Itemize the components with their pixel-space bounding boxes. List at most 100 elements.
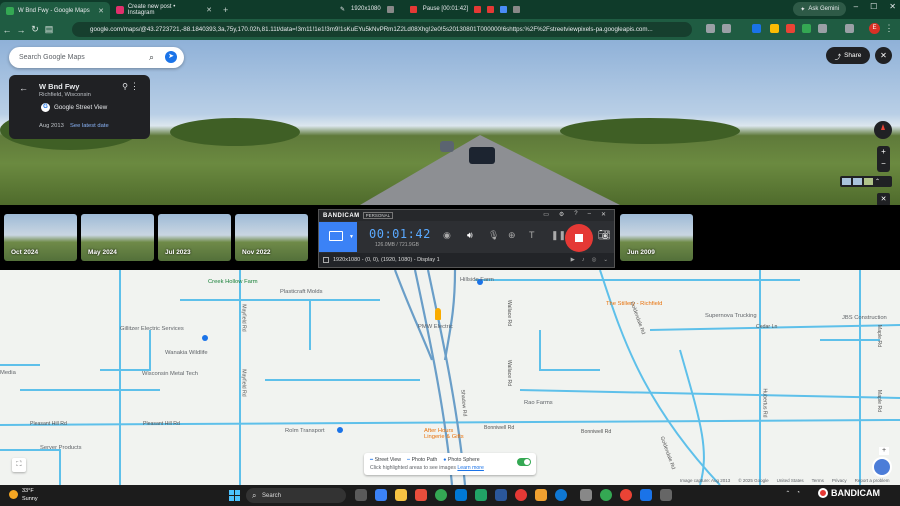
stop-button-icon[interactable] — [487, 5, 495, 13]
forward-icon[interactable]: → — [14, 25, 28, 35]
close-window-icon[interactable]: ✕ — [889, 2, 896, 11]
broadcast-icon[interactable]: ◎ — [592, 257, 597, 263]
pause-icon[interactable] — [409, 5, 417, 13]
fullscreen-icon[interactable]: ⛶ — [12, 458, 26, 472]
stop-record-button[interactable] — [565, 224, 593, 252]
extensions-puzzle-icon[interactable] — [818, 24, 827, 33]
search-icon[interactable]: ⌕ — [149, 52, 154, 63]
url-bar[interactable]: google.com/maps/@43.2723721,-88.1840393,… — [72, 22, 692, 37]
directions-icon[interactable]: ➤ — [165, 51, 177, 63]
close-icon[interactable]: ✕ — [601, 211, 606, 218]
excel-icon[interactable] — [475, 489, 487, 501]
bookmark-star-icon[interactable] — [722, 24, 731, 33]
lock-icon[interactable] — [386, 5, 394, 13]
map-pin-icon[interactable]: ⚲ — [122, 82, 128, 91]
globe-view-icon[interactable] — [872, 457, 892, 477]
place-label[interactable]: Wanakia Wildlife — [165, 350, 208, 356]
place-label[interactable]: After Hours Lingerie & Gifts — [424, 428, 474, 440]
word-icon[interactable] — [495, 489, 507, 501]
back-icon[interactable]: ← — [0, 25, 14, 35]
timeline-thumbnail[interactable]: May 2024 — [81, 214, 154, 261]
region-link[interactable]: United States — [777, 478, 804, 483]
pegman-icon[interactable] — [435, 308, 441, 320]
app-icon[interactable] — [535, 489, 547, 501]
terms-link[interactable]: Terms — [812, 478, 824, 483]
map-zoom-in-icon[interactable]: + — [879, 447, 889, 455]
downloads-icon[interactable] — [845, 24, 854, 33]
expand-icon[interactable]: ⌃ — [875, 178, 880, 185]
audio-icon[interactable]: ♪ — [582, 257, 585, 263]
minimize-icon[interactable]: – — [854, 2, 858, 11]
text-overlay-icon[interactable]: T — [529, 230, 535, 240]
place-label[interactable]: PMW Electric — [418, 324, 453, 330]
translate-icon[interactable] — [706, 24, 715, 33]
place-label[interactable]: Creek Hollow Farm — [208, 279, 258, 285]
bandicam-app-icon[interactable] — [515, 489, 527, 501]
app-icon[interactable] — [660, 489, 672, 501]
tab-google-maps[interactable]: W Bnd Fwy - Google Maps ✕ — [0, 2, 110, 19]
extension-icon[interactable] — [786, 24, 795, 33]
chrome-icon[interactable] — [600, 489, 612, 501]
pin-icon[interactable]: ✎ — [340, 6, 345, 13]
zoom-in-icon[interactable]: + — [877, 146, 890, 158]
dropdown-icon[interactable]: ▼ — [349, 234, 354, 240]
street-view-layer-toggle[interactable] — [517, 458, 531, 466]
report-problem-link[interactable]: Report a problem — [855, 478, 890, 483]
place-label[interactable]: Media — [0, 370, 16, 376]
close-street-view-button[interactable]: ✕ — [875, 47, 892, 64]
timeline-thumbnail[interactable]: Nov 2022 — [235, 214, 308, 261]
app-icon[interactable] — [455, 489, 467, 501]
place-label[interactable]: Wisconsin Metal Tech — [142, 371, 198, 377]
reload-icon[interactable]: ↻ — [28, 24, 42, 35]
menu-kebab-icon[interactable]: ⋮ — [882, 23, 896, 34]
place-label[interactable]: Server Products — [40, 445, 82, 451]
camera-icon[interactable] — [500, 5, 508, 13]
help-icon[interactable]: ? — [574, 211, 577, 218]
timeline-thumbnail[interactable]: Jul 2023 — [158, 214, 231, 261]
place-label[interactable]: Gillitzer Electric Services — [120, 326, 184, 332]
place-label[interactable]: JBS Construction — [842, 315, 887, 321]
close-tab-icon[interactable]: ✕ — [206, 6, 212, 14]
layer-thumb-icon[interactable] — [842, 178, 851, 185]
extension-icon[interactable] — [802, 24, 811, 33]
checkbox[interactable] — [323, 257, 329, 263]
extension-icon[interactable] — [770, 24, 779, 33]
place-label[interactable]: Hillside Farm — [460, 277, 494, 283]
file-explorer-icon[interactable] — [395, 489, 407, 501]
place-label[interactable]: Rao Farms — [524, 400, 553, 406]
maximize-icon[interactable]: ☐ — [870, 2, 877, 11]
start-button-icon[interactable] — [229, 490, 240, 501]
app-icon[interactable] — [375, 489, 387, 501]
app-icon[interactable] — [415, 489, 427, 501]
expand-icon[interactable]: ⌄ — [603, 257, 608, 263]
profile-avatar[interactable]: E — [869, 23, 880, 34]
minimize-icon[interactable]: – — [588, 211, 591, 218]
new-tab-icon[interactable]: + — [223, 5, 228, 15]
edge-icon[interactable] — [555, 489, 567, 501]
learn-more-link[interactable]: Learn more — [457, 465, 484, 471]
layer-thumb-icon[interactable] — [853, 178, 862, 185]
tab-instagram[interactable]: Create new post • Instagram ✕ — [110, 1, 218, 18]
folder-icon[interactable]: ▭ — [543, 211, 549, 218]
zoom-out-icon[interactable]: − — [877, 158, 890, 170]
place-label[interactable]: Plasticraft Molds — [280, 289, 323, 295]
speaker-icon[interactable]: 🔊︎ — [467, 230, 473, 241]
timeline-thumbnail[interactable]: Oct 2024 — [4, 214, 77, 261]
app-icon[interactable] — [640, 489, 652, 501]
pencil-icon[interactable] — [513, 5, 521, 13]
app-icon[interactable] — [580, 489, 592, 501]
microphone-icon[interactable]: 🎙︎ — [488, 230, 499, 241]
webcam-icon[interactable]: ◉ — [443, 230, 451, 241]
taskbar-search[interactable]: Search — [246, 488, 346, 503]
place-label[interactable]: Supernova Trucking — [705, 313, 757, 319]
see-latest-date-link[interactable]: See latest date — [70, 123, 109, 129]
extension-icon[interactable] — [752, 24, 761, 33]
search-box[interactable]: Search Google Maps ⌕ ➤ — [9, 47, 184, 68]
compass-icon[interactable] — [874, 121, 892, 139]
screenshot-camera-icon[interactable]: 📷︎ — [598, 230, 611, 241]
privacy-link[interactable]: Privacy — [832, 478, 847, 483]
more-options-icon[interactable]: ⋮ — [130, 81, 139, 92]
sidebar-icon[interactable]: ▤ — [42, 24, 56, 35]
video-icon[interactable]: ▶ — [571, 257, 575, 263]
cursor-effect-icon[interactable]: ⊕ — [508, 230, 516, 241]
